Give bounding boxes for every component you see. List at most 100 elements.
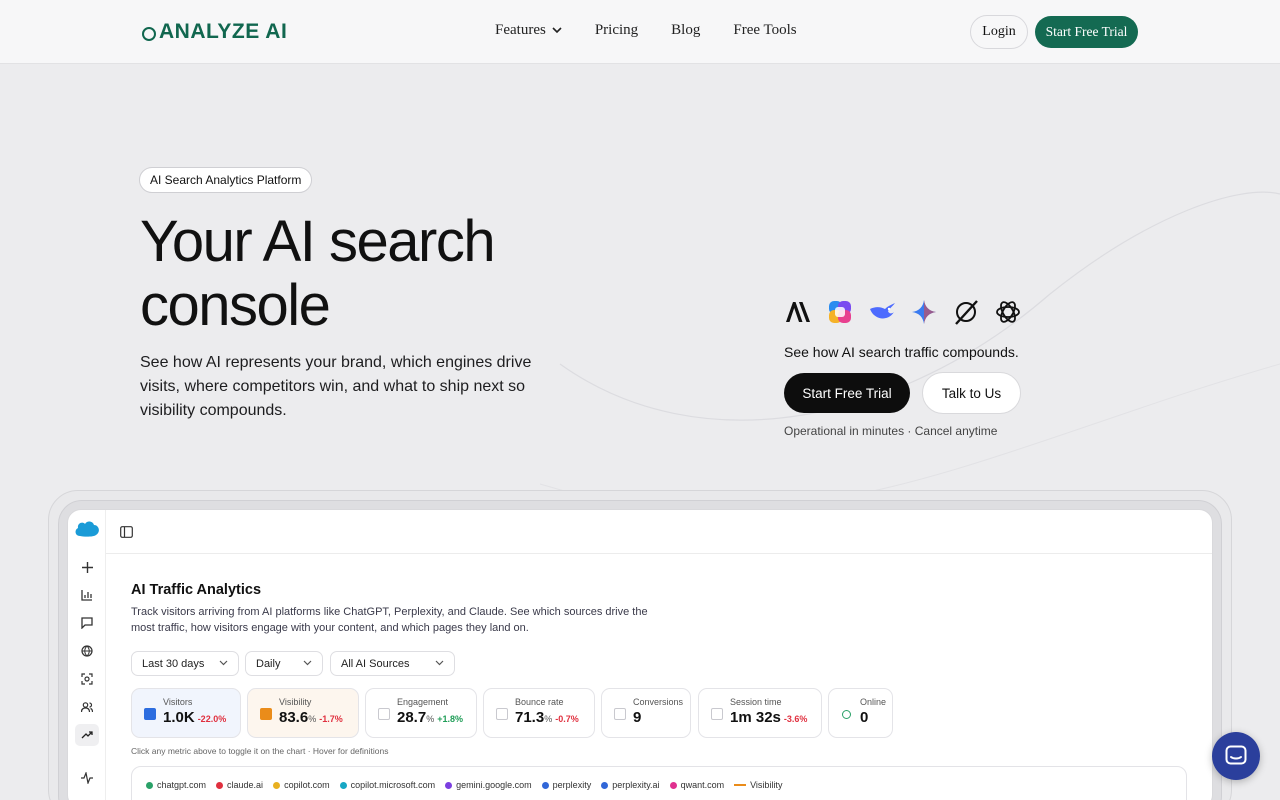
talk-to-us-button[interactable]: Talk to Us bbox=[922, 372, 1021, 414]
legend-item[interactable]: perplexity bbox=[541, 780, 592, 790]
legend-label: chatgpt.com bbox=[157, 780, 207, 790]
metric-checkbox[interactable] bbox=[260, 708, 272, 720]
nav-features-label: Features bbox=[495, 22, 546, 38]
plus-icon[interactable] bbox=[80, 560, 94, 574]
metric-checkbox[interactable] bbox=[711, 708, 723, 720]
metric-card[interactable]: Bounce rate 71.3% -0.7% bbox=[483, 688, 595, 738]
nav-free-tools[interactable]: Free Tools bbox=[733, 22, 796, 39]
metric-value-row: 28.7% +1.8% bbox=[397, 709, 463, 726]
nav-blog[interactable]: Blog bbox=[671, 22, 700, 39]
metric-card[interactable]: Conversions 9 bbox=[601, 688, 691, 738]
deepseek-icon bbox=[868, 298, 896, 326]
grok-icon bbox=[952, 298, 980, 326]
legend-swatch bbox=[445, 781, 453, 789]
legend-label: gemini.google.com bbox=[456, 780, 532, 790]
metric-card[interactable]: Session time 1m 32s -3.6% bbox=[698, 688, 822, 738]
legend-swatch bbox=[601, 781, 609, 789]
chat-icon bbox=[1225, 745, 1247, 765]
legend-swatch bbox=[734, 784, 747, 786]
metric-value-row: 0 bbox=[860, 709, 871, 726]
metric-checkbox[interactable] bbox=[614, 708, 626, 720]
logo[interactable]: ANALYZE AI bbox=[142, 19, 287, 45]
legend-label: claude.ai bbox=[227, 780, 264, 790]
metric-checkbox[interactable] bbox=[378, 708, 390, 720]
metric-checkbox[interactable] bbox=[496, 708, 508, 720]
globe-icon[interactable] bbox=[80, 644, 94, 658]
metric-label: Online bbox=[860, 697, 887, 707]
legend-item[interactable]: copilot.microsoft.com bbox=[339, 780, 436, 790]
metric-label: Conversions bbox=[633, 697, 684, 707]
sidebar-toggle-icon[interactable] bbox=[120, 526, 133, 538]
legend-label: copilot.microsoft.com bbox=[350, 780, 436, 790]
openai-icon bbox=[994, 298, 1022, 326]
start-free-trial-button[interactable]: Start Free Trial bbox=[784, 373, 910, 413]
metric-value: 1m 32s bbox=[730, 709, 781, 726]
metric-card[interactable]: Visitors 1.0K -22.0% bbox=[131, 688, 241, 738]
legend-item[interactable]: chatgpt.com bbox=[146, 780, 206, 790]
nav-features[interactable]: Features bbox=[495, 22, 562, 39]
metric-value: 1.0K bbox=[163, 709, 195, 726]
chart-panel: chatgpt.com claude.ai copilot.com copilot.m… bbox=[131, 766, 1187, 800]
metric-card[interactable]: Visibility 83.6% -1.7% bbox=[247, 688, 359, 738]
chat-icon[interactable] bbox=[80, 616, 94, 630]
metric-checkbox[interactable] bbox=[842, 710, 851, 719]
app-preview: AI Traffic Analytics Track visitors arri… bbox=[67, 509, 1213, 800]
ai-engine-logos bbox=[784, 298, 1022, 326]
nav-pricing[interactable]: Pricing bbox=[595, 22, 638, 39]
chevron-down-icon bbox=[303, 660, 312, 666]
metric-unit: % bbox=[544, 714, 553, 724]
trending-icon[interactable] bbox=[75, 724, 99, 746]
metric-value: 9 bbox=[633, 709, 642, 726]
legend-item[interactable]: gemini.google.com bbox=[445, 780, 532, 790]
metric-change: -22.0% bbox=[197, 714, 227, 724]
metric-unit: % bbox=[308, 714, 317, 724]
metric-label: Bounce rate bbox=[515, 697, 564, 707]
page-description: Track visitors arriving from AI platform… bbox=[131, 606, 648, 634]
users-icon[interactable] bbox=[80, 700, 94, 714]
metric-change: -0.7% bbox=[555, 714, 579, 724]
legend-item[interactable]: qwant.com bbox=[669, 780, 724, 790]
metric-card[interactable]: Engagement 28.7% +1.8% bbox=[365, 688, 477, 738]
legend-swatch bbox=[669, 781, 677, 789]
legend-item[interactable]: copilot.com bbox=[273, 780, 330, 790]
metric-value-row: 71.3% -0.7% bbox=[515, 709, 579, 726]
metric-value: 0 bbox=[860, 709, 869, 726]
scan-icon[interactable] bbox=[80, 672, 94, 686]
login-button[interactable]: Login bbox=[970, 15, 1028, 49]
interval-select[interactable]: Daily bbox=[245, 651, 323, 676]
date-range-select[interactable]: Last 30 days bbox=[131, 651, 239, 676]
legend-swatch bbox=[541, 781, 549, 789]
bar-chart-icon[interactable] bbox=[80, 588, 94, 602]
chart-legend: chatgpt.com claude.ai copilot.com copilot.m… bbox=[146, 780, 782, 790]
logo-text: ANALYZE AI bbox=[159, 20, 288, 43]
metric-checkbox[interactable] bbox=[144, 708, 156, 720]
chat-launcher-button[interactable] bbox=[1212, 732, 1260, 780]
metric-label: Engagement bbox=[397, 697, 449, 707]
date-range-value: Last 30 days bbox=[142, 657, 205, 670]
legend-swatch bbox=[273, 781, 281, 789]
legend-item[interactable]: claude.ai bbox=[216, 780, 263, 790]
chevron-down-icon bbox=[435, 660, 444, 666]
activity-icon[interactable] bbox=[80, 771, 94, 785]
hero-title: Your AI search console bbox=[140, 210, 600, 338]
app-topbar bbox=[106, 510, 1212, 554]
metric-value: 71.3 bbox=[515, 709, 545, 726]
legend-swatch bbox=[339, 781, 347, 789]
source-select[interactable]: All AI Sources bbox=[330, 651, 455, 676]
hero-subtitle: See how AI represents your brand, which … bbox=[140, 354, 532, 419]
main-nav: Features Pricing Blog Free Tools bbox=[495, 22, 797, 39]
salesforce-cloud-icon bbox=[75, 521, 99, 537]
hero-note: Operational in minutes · Cancel anytime bbox=[784, 424, 998, 438]
metric-change: -3.6% bbox=[783, 714, 808, 724]
metric-card[interactable]: Online 0 bbox=[828, 688, 893, 738]
start-free-trial-header-button[interactable]: Start Free Trial bbox=[1035, 16, 1138, 48]
legend-item[interactable]: perplexity.ai bbox=[601, 780, 660, 790]
legend-label: perplexity bbox=[552, 780, 592, 790]
metrics-hint: Click any metric above to toggle it on t… bbox=[131, 746, 389, 756]
legend-label: Visibility bbox=[750, 780, 783, 790]
metric-value: 83.6 bbox=[279, 709, 309, 726]
legend-item[interactable]: Visibility bbox=[734, 780, 782, 790]
legend-swatch bbox=[216, 781, 224, 789]
page-title: AI Traffic Analytics bbox=[131, 582, 262, 598]
metric-label: Visibility bbox=[279, 697, 312, 707]
